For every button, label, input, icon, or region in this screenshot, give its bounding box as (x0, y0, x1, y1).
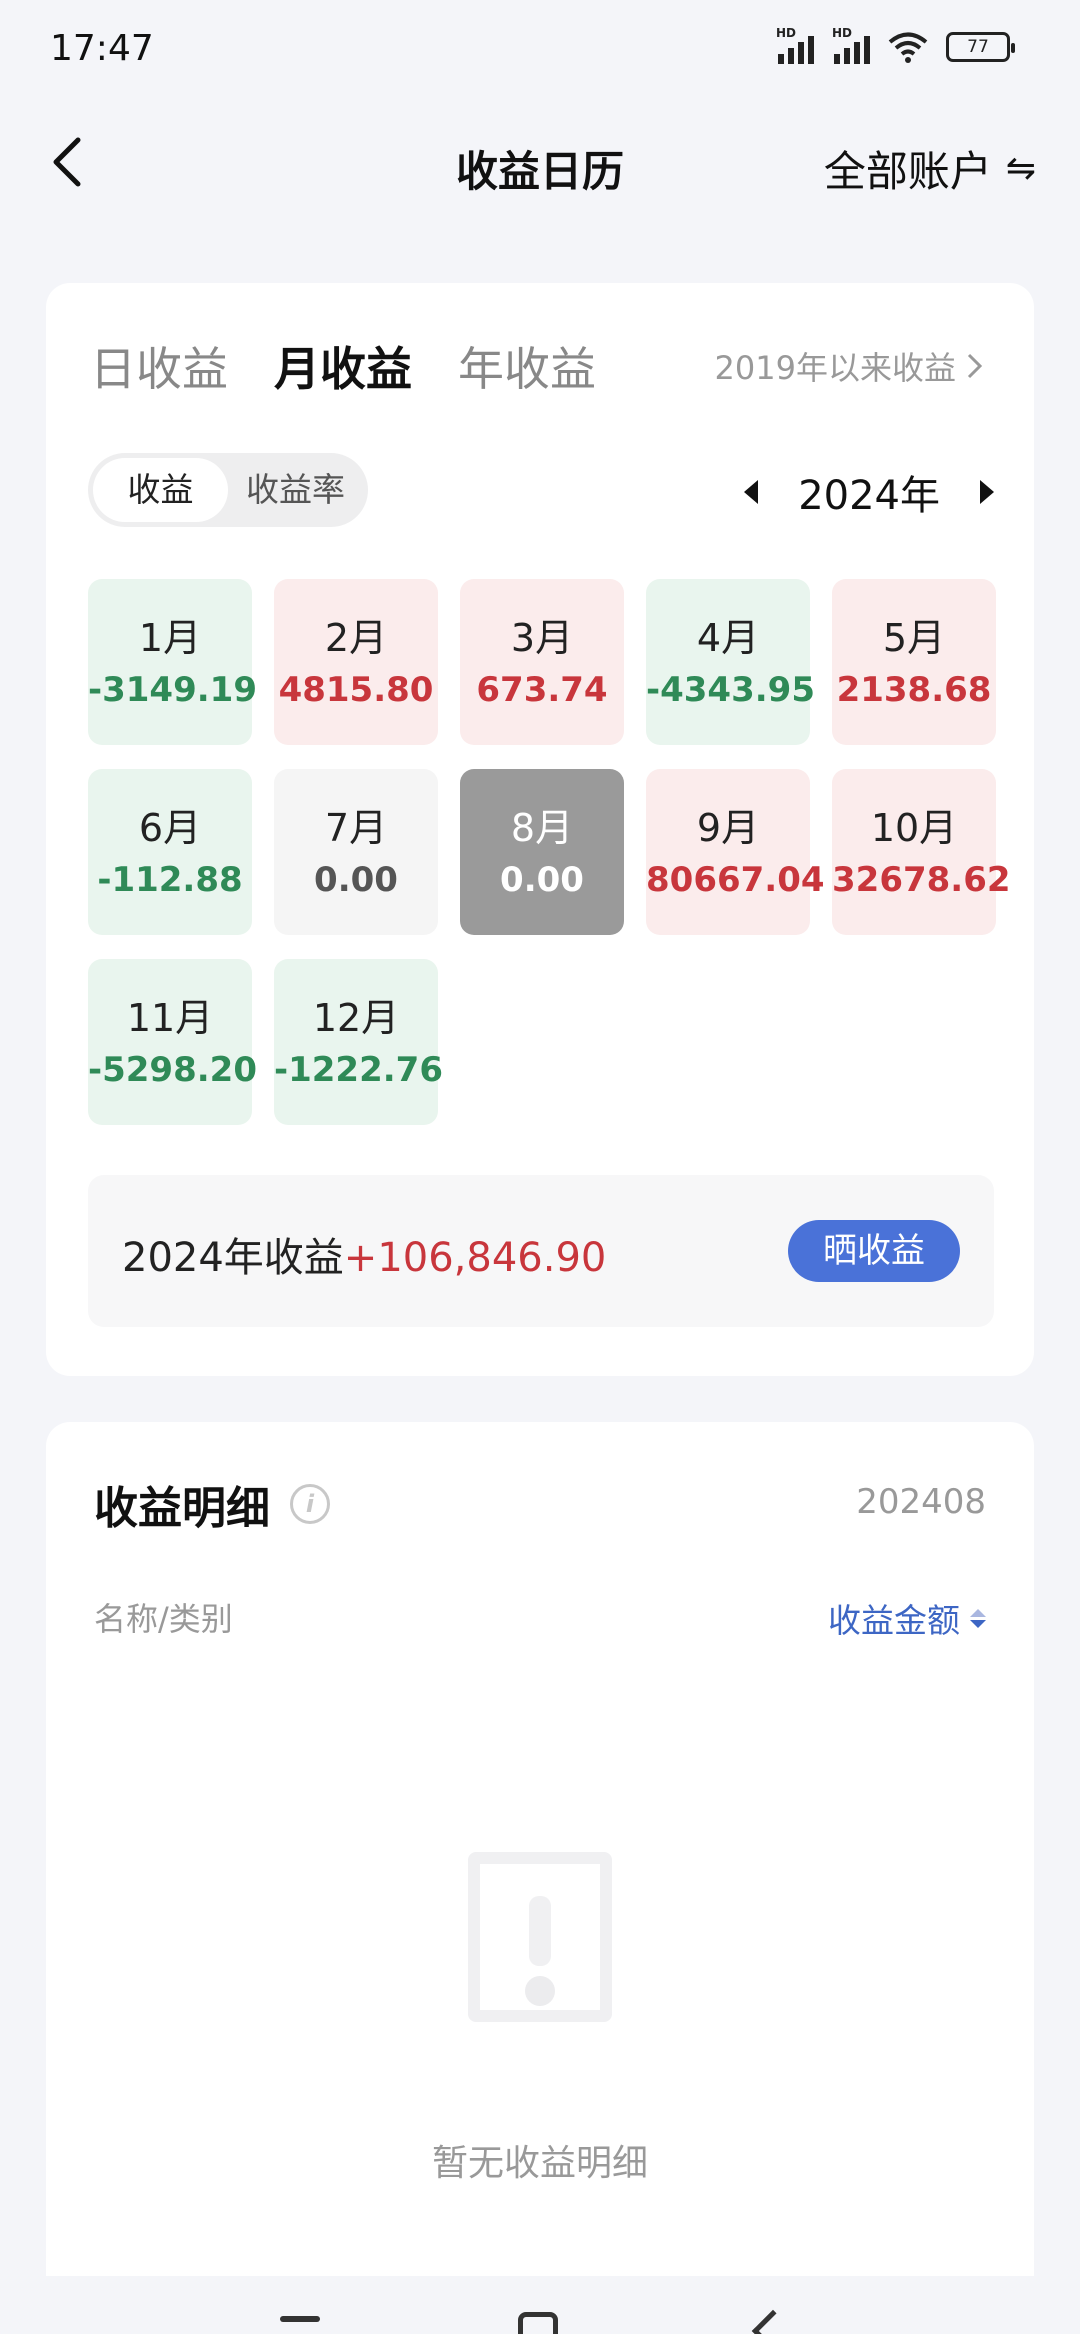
signal-icon: HD (776, 26, 814, 64)
month-tile[interactable]: 12月 -1222.76 (274, 959, 443, 1125)
month-label: 8月 (510, 806, 574, 850)
month-tile[interactable]: 5月 2138.68 (832, 579, 996, 745)
earnings-calendar-card: 日收益 月收益 年收益 2019年以来收益 收益 收益率 2024年 1月 -31… (46, 283, 1034, 1376)
system-back-icon[interactable] (751, 2309, 795, 2334)
recent-apps-icon[interactable] (280, 2316, 320, 2322)
month-grid: 1月 -3149.19 2月 4815.80 3月 673.74 4月 -4343.95 5月 2… (88, 579, 1011, 1125)
status-time: 17:47 (50, 28, 154, 69)
wifi-icon (888, 32, 928, 63)
status-bar: 17:47 HD HD 77 (0, 0, 1080, 100)
month-value: 2138.68 (836, 670, 992, 710)
earnings-detail-card: 收益明细 i 202408 名称/类别 收益金额 暂无收益明细 (46, 1422, 1034, 2334)
month-tile[interactable]: 3月 673.74 (460, 579, 624, 745)
status-icons: HD HD 77 (776, 26, 1015, 64)
month-tile[interactable]: 7月 0.00 (274, 769, 438, 935)
next-year-icon[interactable] (980, 480, 994, 504)
month-value: -5298.20 (88, 1050, 257, 1090)
share-earnings-button[interactable]: 晒收益 (788, 1220, 960, 1282)
year-summary: 2024年收益+106,846.90 晒收益 (88, 1175, 994, 1327)
month-label: 12月 (312, 996, 400, 1040)
month-label: 9月 (696, 806, 760, 850)
month-label: 11月 (126, 996, 214, 1040)
sort-icon (970, 1608, 986, 1628)
month-tile[interactable]: 2月 4815.80 (274, 579, 438, 745)
system-nav-bar (0, 2276, 1080, 2334)
month-value: 0.00 (500, 860, 584, 900)
month-label: 6月 (138, 806, 202, 850)
month-tile[interactable]: 1月 -3149.19 (88, 579, 257, 745)
month-label: 2月 (324, 616, 388, 660)
month-tile[interactable]: 4月 -4343.95 (646, 579, 815, 745)
month-value: 0.00 (314, 860, 398, 900)
tab-monthly[interactable]: 月收益 (274, 333, 412, 399)
year-label: 2024年 (798, 473, 940, 519)
metric-toggle: 收益 收益率 (88, 453, 368, 527)
sort-by-amount[interactable]: 收益金额 (828, 1594, 986, 1642)
since-link-label: 2019年以来收益 (714, 349, 956, 387)
chevron-right-icon (967, 353, 983, 379)
month-label: 3月 (510, 616, 574, 660)
month-label: 10月 (870, 806, 958, 850)
month-tile[interactable]: 11月 -5298.20 (88, 959, 257, 1125)
month-tile[interactable]: 6月 -112.88 (88, 769, 252, 935)
empty-state-icon (468, 1852, 612, 2022)
period-tabs: 日收益 月收益 年收益 (90, 333, 596, 399)
since-2019-link[interactable]: 2019年以来收益 (715, 343, 984, 389)
detail-title-label: 收益明细 (94, 1483, 270, 1534)
prev-year-icon[interactable] (744, 480, 759, 504)
empty-state-text: 暂无收益明细 (431, 2143, 648, 2184)
month-value: 32678.62 (832, 860, 1011, 900)
column-name-header: 名称/类别 (94, 1600, 233, 1638)
info-icon[interactable]: i (290, 1484, 330, 1524)
account-switch[interactable]: 全部账户 ⇋ (824, 138, 1036, 199)
month-value: 80667.04 (646, 860, 825, 900)
home-icon[interactable] (518, 2312, 558, 2334)
month-value: -4343.95 (646, 670, 815, 710)
year-navigator: 2024年 (744, 463, 994, 521)
toggle-earnings[interactable]: 收益 (93, 458, 228, 522)
swap-icon: ⇋ (1005, 148, 1036, 189)
month-label: 7月 (324, 806, 388, 850)
month-value: 673.74 (476, 670, 608, 710)
tab-yearly[interactable]: 年收益 (458, 333, 596, 399)
month-value: -3149.19 (88, 670, 257, 710)
detail-title: 收益明细 i (94, 1472, 330, 1536)
header: 收益日历 全部账户 ⇋ (0, 110, 1080, 220)
summary-amount: +106,846.90 (343, 1235, 607, 1281)
summary-label: 2024年收益 (122, 1235, 344, 1281)
account-label: 全部账户 (823, 147, 992, 196)
summary-text: 2024年收益+106,846.90 (122, 1225, 606, 1283)
month-value: -1222.76 (274, 1050, 443, 1090)
month-label: 4月 (696, 616, 760, 660)
month-value: -112.88 (97, 860, 243, 900)
tab-daily[interactable]: 日收益 (90, 333, 228, 399)
month-label: 1月 (138, 616, 202, 660)
signal-icon: HD (832, 26, 870, 64)
month-tile[interactable]: 9月 80667.04 (646, 769, 825, 935)
month-tile[interactable]: 10月 32678.62 (832, 769, 1011, 935)
month-tile[interactable]: 8月 0.00 (460, 769, 624, 935)
month-value: 4815.80 (278, 670, 434, 710)
month-label: 5月 (882, 616, 946, 660)
detail-period: 202408 (856, 1482, 986, 1522)
battery-icon: 77 (946, 32, 1015, 62)
toggle-rate[interactable]: 收益率 (228, 458, 363, 522)
column-amount-label: 收益金额 (828, 1601, 960, 1640)
